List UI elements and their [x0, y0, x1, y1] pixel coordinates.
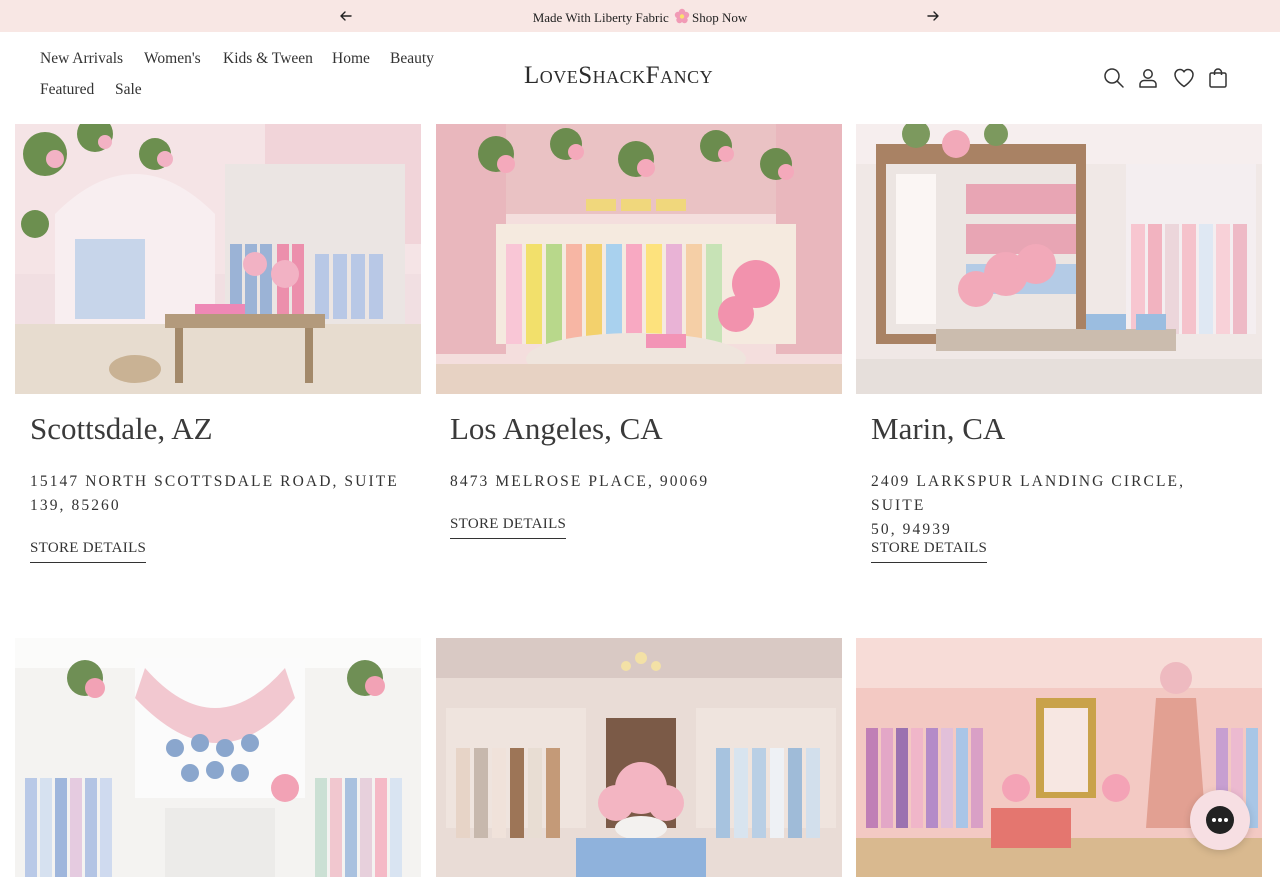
store-name-marin: Marin, CA: [871, 411, 1006, 446]
store-details-link-los-angeles[interactable]: STORE DETAILS: [450, 516, 567, 539]
nav-new-arrivals[interactable]: New Arrivals: [40, 50, 123, 68]
flower-icon: [673, 7, 691, 25]
store-name-los-angeles: Los Angeles, CA: [450, 411, 663, 446]
chat-dots: [1212, 818, 1228, 822]
nav-beauty[interactable]: Beauty: [390, 50, 434, 68]
store-image-los-angeles[interactable]: [436, 124, 842, 394]
address-line: 50, 94939: [871, 521, 952, 538]
store-image-4[interactable]: [15, 638, 421, 877]
nav-womens[interactable]: Women's: [144, 50, 201, 68]
store-image-5[interactable]: [436, 638, 842, 877]
arrow-right-icon[interactable]: [924, 7, 942, 25]
heart-icon[interactable]: [1172, 66, 1196, 90]
chat-button[interactable]: [1190, 790, 1250, 850]
brand-logo[interactable]: LoveShackFancy: [524, 62, 756, 90]
site-header: New Arrivals Women's Kids & Tween Home B…: [0, 32, 1280, 124]
announcement-bar: Made With Liberty Fabric Shop Now: [0, 0, 1280, 32]
bag-icon[interactable]: [1206, 66, 1230, 90]
address-line: 2409 Larkspur Landing Circle, Suite: [871, 473, 1186, 514]
nav-home[interactable]: Home: [332, 50, 370, 68]
store-address-los-angeles: 8473 Melrose Place, 90069: [450, 470, 820, 494]
store-image-marin[interactable]: [856, 124, 1262, 394]
store-address-scottsdale: 15147 North Scottsdale Road, Suite 139, …: [30, 470, 400, 518]
announcement-text: Made With Liberty Fabric: [532, 10, 669, 25]
store-image-scottsdale[interactable]: [15, 124, 421, 394]
address-line: 8473 Melrose Place, 90069: [450, 473, 710, 490]
nav-sale[interactable]: Sale: [115, 81, 142, 99]
store-address-marin: 2409 Larkspur Landing Circle, Suite 50, …: [871, 470, 1241, 542]
announcement-message: Made With Liberty Fabric Shop Now: [340, 7, 940, 26]
nav-featured[interactable]: Featured: [40, 81, 94, 99]
store-details-link-scottsdale[interactable]: STORE DETAILS: [30, 540, 147, 563]
shop-now-link[interactable]: Shop Now: [692, 10, 747, 25]
store-details-link-marin[interactable]: STORE DETAILS: [871, 540, 988, 563]
nav-kids-tween[interactable]: Kids & Tween: [223, 50, 313, 68]
account-icon[interactable]: [1136, 66, 1160, 90]
store-name-scottsdale: Scottsdale, AZ: [30, 411, 213, 446]
address-line: 15147 North Scottsdale Road, Suite: [30, 473, 399, 490]
search-icon[interactable]: [1102, 66, 1126, 90]
address-line: 139, 85260: [30, 497, 121, 514]
